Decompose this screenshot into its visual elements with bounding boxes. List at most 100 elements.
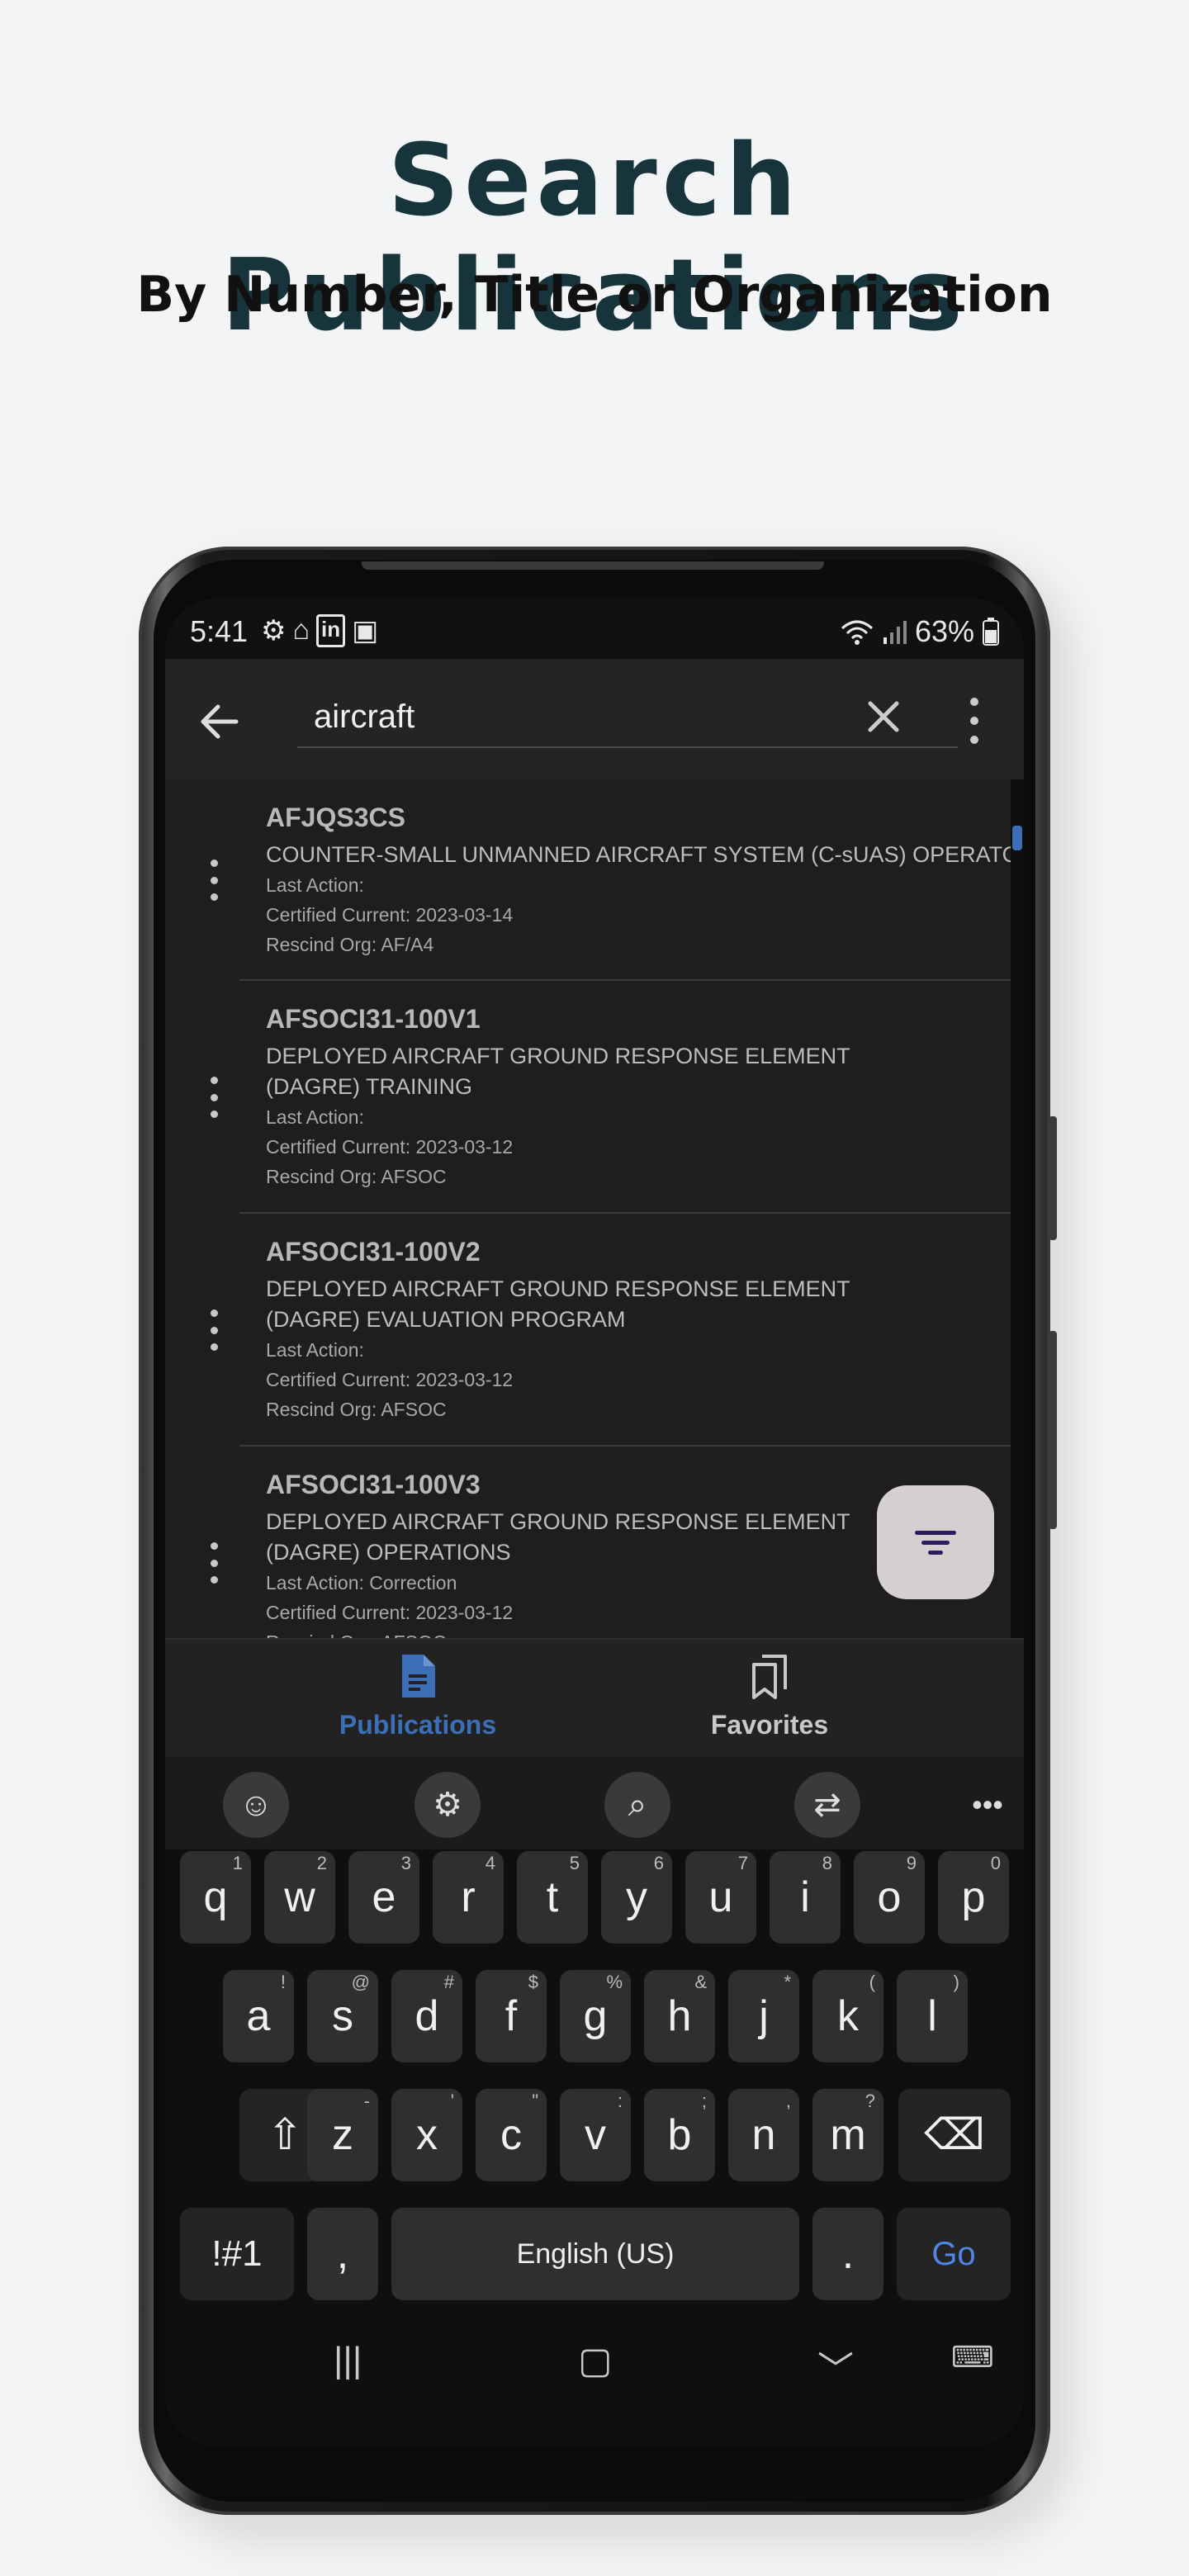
recents-icon[interactable]: ||| xyxy=(334,2340,362,2381)
publication-number: AFJQS3CS xyxy=(266,803,405,832)
more-tools-icon[interactable]: ••• xyxy=(955,1772,1021,1838)
keyboard-search-icon[interactable]: ⌕ xyxy=(604,1772,670,1838)
key-i[interactable]: i8 xyxy=(770,1851,841,1944)
key-secondary-label: , xyxy=(785,2091,791,2111)
home-button-icon[interactable]: ▢ xyxy=(578,2340,613,2382)
image-icon: ▣ xyxy=(352,615,379,646)
backspace-key[interactable]: ⌫ xyxy=(898,2089,1011,2181)
key-m[interactable]: m? xyxy=(812,2089,883,2181)
status-right: 63% xyxy=(841,614,999,649)
item-overflow-icon[interactable] xyxy=(208,1542,220,1584)
key-secondary-label: ? xyxy=(865,2091,875,2111)
key-label: d xyxy=(414,1992,439,2040)
key-r[interactable]: r4 xyxy=(433,1851,504,1944)
item-overflow-icon[interactable] xyxy=(208,1077,220,1118)
rescind-org: Rescind Org: AFSOC xyxy=(266,1166,447,1187)
phone-notch xyxy=(362,561,824,570)
key-secondary-label: * xyxy=(784,1972,791,1992)
certified-date: Certified Current: 2023-03-12 xyxy=(266,1136,514,1158)
clear-search-icon[interactable] xyxy=(859,692,908,741)
last-action: Last Action: xyxy=(266,874,364,896)
key-secondary-label: 0 xyxy=(990,1853,1001,1873)
key-v[interactable]: v: xyxy=(560,2089,631,2181)
key-e[interactable]: e3 xyxy=(348,1851,419,1944)
key-t[interactable]: t5 xyxy=(517,1851,588,1944)
item-overflow-icon[interactable] xyxy=(208,859,220,901)
scrollbar[interactable] xyxy=(1011,779,1024,1638)
key-b[interactable]: b; xyxy=(644,2089,715,2181)
key-secondary-label: 1 xyxy=(232,1853,243,1873)
key-secondary-label: @ xyxy=(351,1972,370,1992)
period-key[interactable]: . xyxy=(812,2208,883,2300)
list-item[interactable]: AFJQS3CS COUNTER-SMALL UNMANNED AIRCRAFT… xyxy=(165,779,1024,981)
key-secondary-label: % xyxy=(606,1972,623,1992)
key-q[interactable]: q1 xyxy=(180,1851,251,1944)
publication-title: DEPLOYED AIRCRAFT GROUND RESPONSE ELEMEN… xyxy=(266,1044,850,1099)
key-secondary-label: - xyxy=(363,2091,370,2111)
list-item[interactable]: AFSOCI31-100V2 DEPLOYED AIRCRAFT GROUND … xyxy=(165,1214,1011,1447)
key-label: r xyxy=(461,1873,476,1921)
key-l[interactable]: l) xyxy=(897,1970,968,2062)
key-label: a xyxy=(246,1992,271,2040)
key-secondary-label: & xyxy=(694,1972,707,1992)
key-k[interactable]: k( xyxy=(812,1970,883,2062)
keyboard-switch-icon[interactable]: ⌨ xyxy=(951,2340,994,2375)
linkedin-icon: in xyxy=(316,614,346,647)
key-d[interactable]: d # xyxy=(391,1970,462,2062)
key-label: v xyxy=(585,2111,606,2159)
key-secondary-label: 3 xyxy=(400,1853,411,1873)
back-arrow-icon[interactable] xyxy=(195,697,244,746)
key-n[interactable]: n, xyxy=(728,2089,799,2181)
key-p[interactable]: p0 xyxy=(938,1851,1009,1944)
key-w[interactable]: w2 xyxy=(264,1851,335,1944)
key-s[interactable]: s @ xyxy=(307,1970,378,2062)
bookmarks-icon xyxy=(752,1655,787,1699)
document-icon xyxy=(402,1655,435,1698)
key-z[interactable]: z- xyxy=(307,2089,378,2181)
key-label: b xyxy=(667,2111,692,2159)
publication-title: DEPLOYED AIRCRAFT GROUND RESPONSE ELEMEN… xyxy=(266,1276,850,1332)
key-c[interactable]: c " xyxy=(476,2089,547,2181)
key-secondary-label: 9 xyxy=(906,1853,917,1873)
wifi-icon xyxy=(841,620,873,645)
filter-button[interactable] xyxy=(877,1485,994,1599)
key-secondary-label: # xyxy=(443,1972,454,1992)
keyboard-settings-icon[interactable]: ⚙ xyxy=(414,1772,481,1838)
key-label: s xyxy=(332,1992,353,2040)
key-y[interactable]: y6 xyxy=(601,1851,672,1944)
scrollbar-thumb[interactable] xyxy=(1012,826,1022,850)
key-o[interactable]: o9 xyxy=(854,1851,925,1944)
key-label: z xyxy=(332,2111,353,2159)
comma-key[interactable]: , xyxy=(307,2208,378,2300)
symbols-key[interactable]: !#1 xyxy=(180,2208,294,2300)
key-x[interactable]: x ' xyxy=(391,2089,462,2181)
key-j[interactable]: j * xyxy=(728,1970,799,2062)
nav-favorites[interactable]: Favorites xyxy=(646,1653,893,1740)
status-bar: 5:41 ⚙ ⌂ in ▣ 63% xyxy=(165,598,1024,659)
key-label: m xyxy=(830,2111,866,2159)
key-label: l xyxy=(927,1992,937,2040)
key-label: i xyxy=(800,1873,810,1921)
key-label: w xyxy=(284,1873,315,1921)
emoji-icon[interactable]: ☺ xyxy=(223,1772,289,1838)
keyboard-toolbar: ☺ ⚙ ⌕ ⇄ ••• xyxy=(165,1757,1024,1849)
list-item[interactable]: AFSOCI31-100V1 DEPLOYED AIRCRAFT GROUND … xyxy=(165,981,1011,1214)
key-label: o xyxy=(877,1873,902,1921)
space-key[interactable]: English (US) xyxy=(391,2208,799,2300)
key-label: e xyxy=(372,1873,396,1921)
go-key[interactable]: Go xyxy=(897,2208,1011,2300)
key-u[interactable]: u7 xyxy=(685,1851,756,1944)
home-icon: ⌂ xyxy=(292,614,310,646)
hide-keyboard-icon[interactable]: ﹀ xyxy=(817,2340,854,2393)
key-h[interactable]: h & xyxy=(644,1970,715,2062)
key-f[interactable]: f $ xyxy=(476,1970,547,2062)
key-label: q xyxy=(203,1873,228,1921)
item-overflow-icon[interactable] xyxy=(208,1309,220,1351)
key-g[interactable]: g% xyxy=(560,1970,631,2062)
translate-icon[interactable]: ⇄ xyxy=(794,1772,860,1838)
nav-publications[interactable]: Publications xyxy=(294,1653,542,1740)
key-a[interactable]: a! xyxy=(223,1970,294,2062)
overflow-menu-icon[interactable] xyxy=(958,692,991,750)
key-label: n xyxy=(751,2111,776,2159)
last-action: Last Action: xyxy=(266,1106,364,1128)
